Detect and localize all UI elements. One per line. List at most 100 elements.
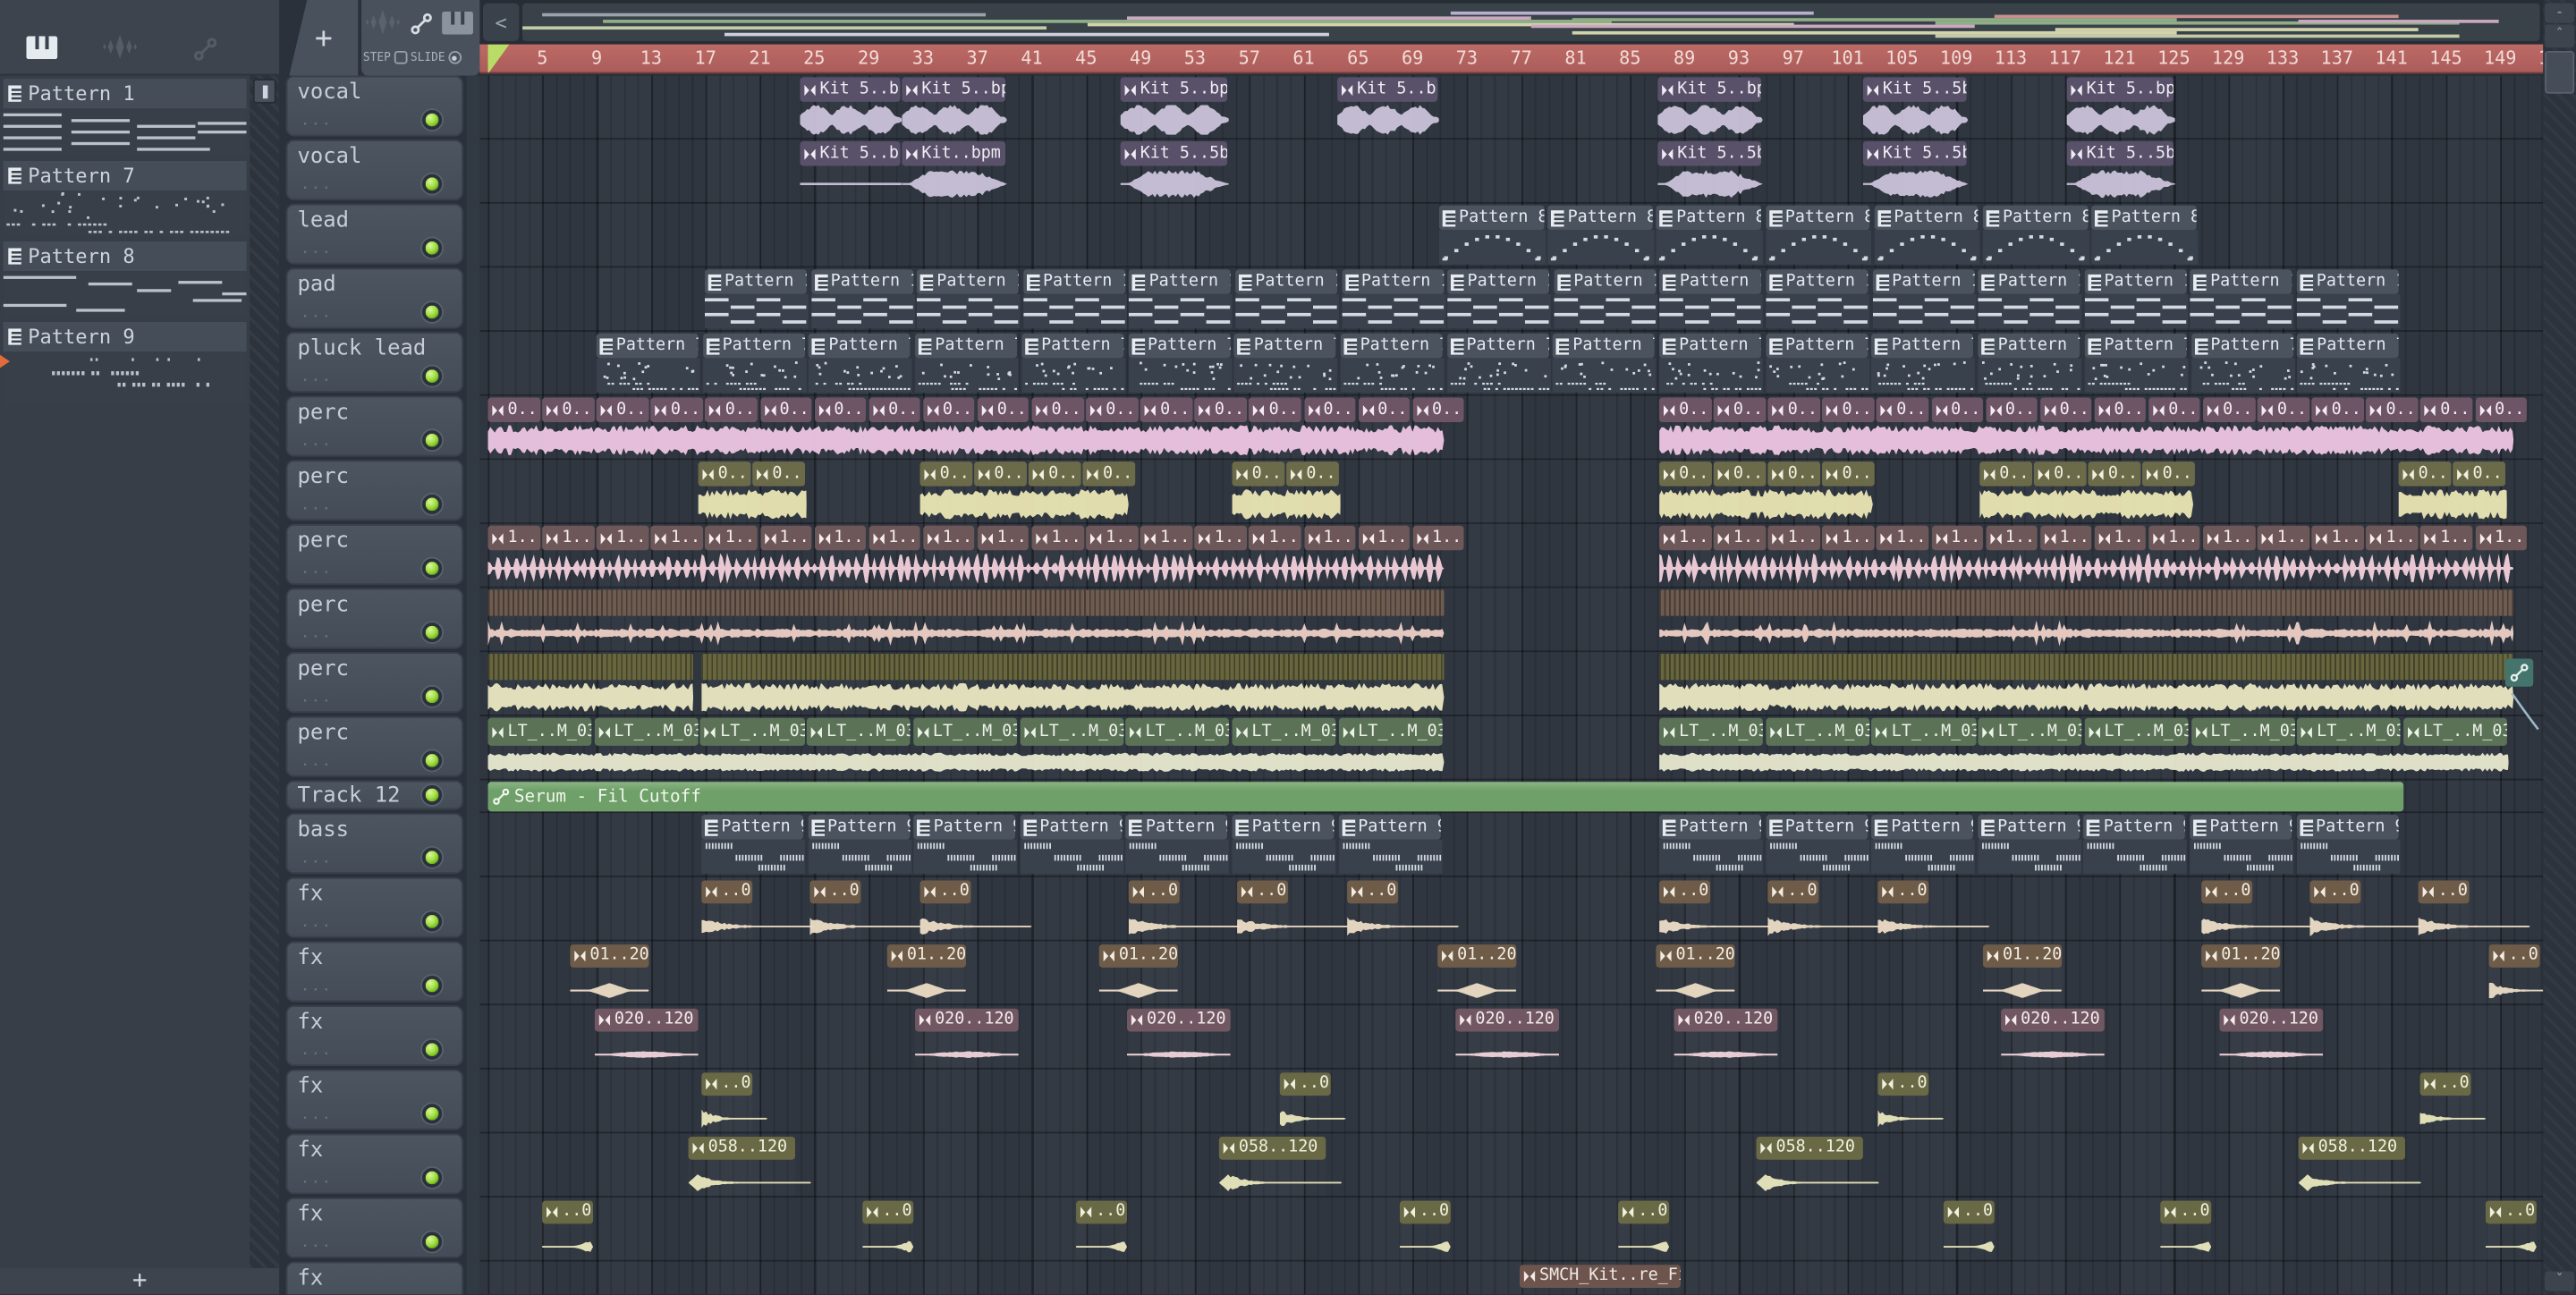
clip-header[interactable]: 0.. (1303, 397, 1356, 423)
clip-header[interactable]: 01..20 (1098, 944, 1178, 968)
clip-header[interactable]: Pattern 9 (807, 815, 910, 840)
clip-header[interactable]: LT_..M_03 (1978, 717, 2082, 746)
clip-header[interactable]: 1.. (2420, 525, 2473, 551)
clip-header[interactable]: 0.. (650, 397, 703, 423)
playlist-row[interactable]: 01..20 01..20 01..20 01..20 01..20 01..20 01..… (479, 941, 2544, 1006)
playlist-row[interactable]: LT_..M_03 LT_..M_03 LT_..M_03 LT_..M_03 LT_.… (479, 716, 2544, 781)
clip-header[interactable]: 01..20 (1982, 944, 2063, 968)
clip-header[interactable]: LT_..M_03 (1871, 717, 1976, 746)
clip-header[interactable]: 1.. (1931, 525, 1984, 551)
clip-header[interactable]: Pattern 9 (1659, 815, 1761, 840)
clip-pattern[interactable]: Pattern 9 (2083, 815, 2188, 876)
clip-audio-strip[interactable]: 0.. 0.. (2398, 461, 2507, 522)
clip-header[interactable]: 1.. (1822, 525, 1875, 551)
clip-header[interactable]: LT_..M_03 (2402, 717, 2507, 746)
clip-header[interactable]: ..0 (1128, 880, 1180, 904)
clip-header[interactable]: Pattern 8 (1657, 205, 1761, 231)
clip-header[interactable]: Pattern 1 (2084, 269, 2187, 294)
clip-header[interactable]: Pattern 1 (1447, 269, 1550, 294)
clip-header[interactable]: ..0 (919, 880, 971, 904)
clip-header[interactable]: ..0 (1767, 880, 1819, 904)
clip-pattern[interactable]: Pattern 7 (1765, 333, 1869, 394)
track-card-fx[interactable]: fx... (285, 1261, 463, 1295)
track-card-perc[interactable]: perc... (285, 460, 463, 521)
clip-header[interactable]: Pattern 7 (1553, 333, 1656, 359)
clip-header[interactable]: ..0 (2309, 880, 2361, 904)
clip-header[interactable]: 01..20 (1437, 944, 1517, 968)
playlist-row[interactable]: Kit 5..bpm Kit..bpm Kit 5..5bpm Kit 5..5bpm… (479, 140, 2544, 204)
clip-header[interactable]: Pattern 8 (2091, 205, 2197, 231)
playlist-row[interactable]: Kit 5..bpm Kit 5..bpm Kit 5..bpm Kit 5..bpm… (479, 75, 2544, 140)
clip-header[interactable]: Kit 5..5bpm (1657, 140, 1761, 166)
clip-header[interactable]: Pattern 1 (1235, 269, 1338, 294)
clip-header[interactable]: 058..120 (1756, 1137, 1863, 1160)
clip-header[interactable]: Kit 5..5bpm (2066, 140, 2174, 166)
playlist-row[interactable]: ..0 ..0 ..0 ..0 ..0 ..0 ..0 ..0 ..0 ..0 ..0 ..0 (479, 877, 2544, 942)
clip-header[interactable]: Pattern 1 (2296, 269, 2399, 294)
clip-header[interactable]: 0.. (2420, 397, 2473, 423)
pattern-item-header[interactable]: Pattern 1 (3, 79, 247, 109)
playlist-row[interactable]: Pattern 7 Pattern 7 Pattern 7 Pattern 7 Patt… (479, 332, 2544, 396)
track-card-pluck-lead[interactable]: pluck lead... (285, 332, 463, 393)
clip-audio-block[interactable] (1659, 589, 2514, 650)
clip-header[interactable]: 01..20 (570, 944, 649, 968)
clip-pattern[interactable]: Pattern 9 (1338, 815, 1442, 876)
clip-pattern[interactable]: Pattern 9 (1020, 815, 1123, 876)
clip-pattern[interactable]: Pattern 1 (2296, 269, 2401, 330)
clip-audio-block[interactable] (487, 589, 1445, 650)
clip-header[interactable]: 1.. (1031, 525, 1084, 551)
clip-header[interactable]: ..0 (862, 1200, 914, 1224)
track-card-perc[interactable]: perc... (285, 395, 463, 457)
clip-header[interactable]: LT_..M_03 (912, 717, 1017, 746)
clip-header[interactable]: LT_..M_03 (1338, 717, 1443, 746)
clip-header[interactable]: 1.. (869, 525, 921, 551)
clip-header[interactable]: 058..120 (688, 1137, 795, 1160)
clip-pattern[interactable]: Pattern 7 (596, 333, 700, 394)
clip-audio[interactable]: Kit 5..bpm (800, 140, 902, 202)
clip-header[interactable]: LT_..M_03 (1232, 717, 1336, 746)
track-mute-led[interactable] (422, 750, 443, 771)
clip-header[interactable]: 1.. (2475, 525, 2528, 551)
clip-header[interactable]: Pattern 9 (1125, 815, 1228, 840)
clip-header[interactable]: Pattern 1 (1978, 269, 2080, 294)
clip-pattern[interactable]: Pattern 7 (1446, 333, 1551, 394)
clip-header[interactable]: 1.. (2094, 525, 2147, 551)
waveform-icon[interactable] (365, 10, 401, 41)
clip-header[interactable]: ..0 (2485, 1200, 2537, 1224)
clip-audio[interactable]: Kit 5..bpm (2066, 77, 2175, 138)
clip-header[interactable]: 0.. (1232, 461, 1284, 487)
clip-header[interactable]: 0.. (814, 397, 867, 423)
clip-header[interactable]: 1.. (1194, 525, 1247, 551)
clip-header[interactable]: Pattern 1 (1766, 269, 1868, 294)
add-track-tab[interactable]: + (289, 0, 359, 76)
clip-audio-strip[interactable]: 0.. 0.. (698, 461, 807, 522)
clip-pattern[interactable]: Pattern 1 (1872, 269, 1976, 330)
clip-header[interactable]: ..0 (542, 1200, 594, 1224)
playlist-minimap[interactable] (522, 3, 2540, 41)
clip-audio[interactable]: Kit..bpm (902, 140, 1007, 202)
clip-header[interactable]: Pattern 7 (1446, 333, 1549, 359)
clip-header[interactable]: 020..120 (1674, 1008, 1778, 1032)
clip-header[interactable]: 0.. (705, 397, 758, 423)
playlist-row[interactable]: Pattern 9 Pattern 9 Pattern 9 Pattern 9 Patt… (479, 813, 2544, 877)
playlist-row[interactable]: Pattern 8 Pattern 8 Pattern 8 Pattern 8 Patt… (479, 204, 2544, 268)
playlist-row[interactable]: ..0 ..0 ..0 ..0 ..0 ..0 ..0 ..0 (479, 1198, 2544, 1262)
clip-header[interactable]: LT_..M_03 (1125, 717, 1230, 746)
clip-header[interactable]: Pattern 7 (2297, 333, 2399, 359)
clip-header[interactable]: ..0 (1943, 1200, 1995, 1224)
clip-pattern[interactable]: Pattern 9 (1871, 815, 1976, 876)
scroll-left-button[interactable]: < (482, 3, 520, 41)
clip-header[interactable]: 0.. (487, 397, 540, 423)
clip-pattern[interactable]: Pattern 8 (1982, 205, 2089, 267)
clip-header[interactable]: Pattern 8 (1547, 205, 1653, 231)
track-mute-led[interactable] (422, 1039, 443, 1060)
vertical-scrollbar[interactable]: - ˆ ˇ (2543, 0, 2576, 1295)
clip-pattern[interactable]: Pattern 1 (1978, 269, 2082, 330)
track-card-pad[interactable]: pad... (285, 267, 463, 329)
clip-header[interactable]: 1.. (1985, 525, 2038, 551)
clip-header[interactable]: 1.. (1140, 525, 1193, 551)
clip-header[interactable]: Pattern 8 (1874, 205, 1979, 231)
clip-pattern[interactable]: Pattern 7 (809, 333, 913, 394)
clip-audio[interactable]: Kit 5..5bpm (1120, 140, 1229, 202)
track-mute-led[interactable] (422, 686, 443, 707)
